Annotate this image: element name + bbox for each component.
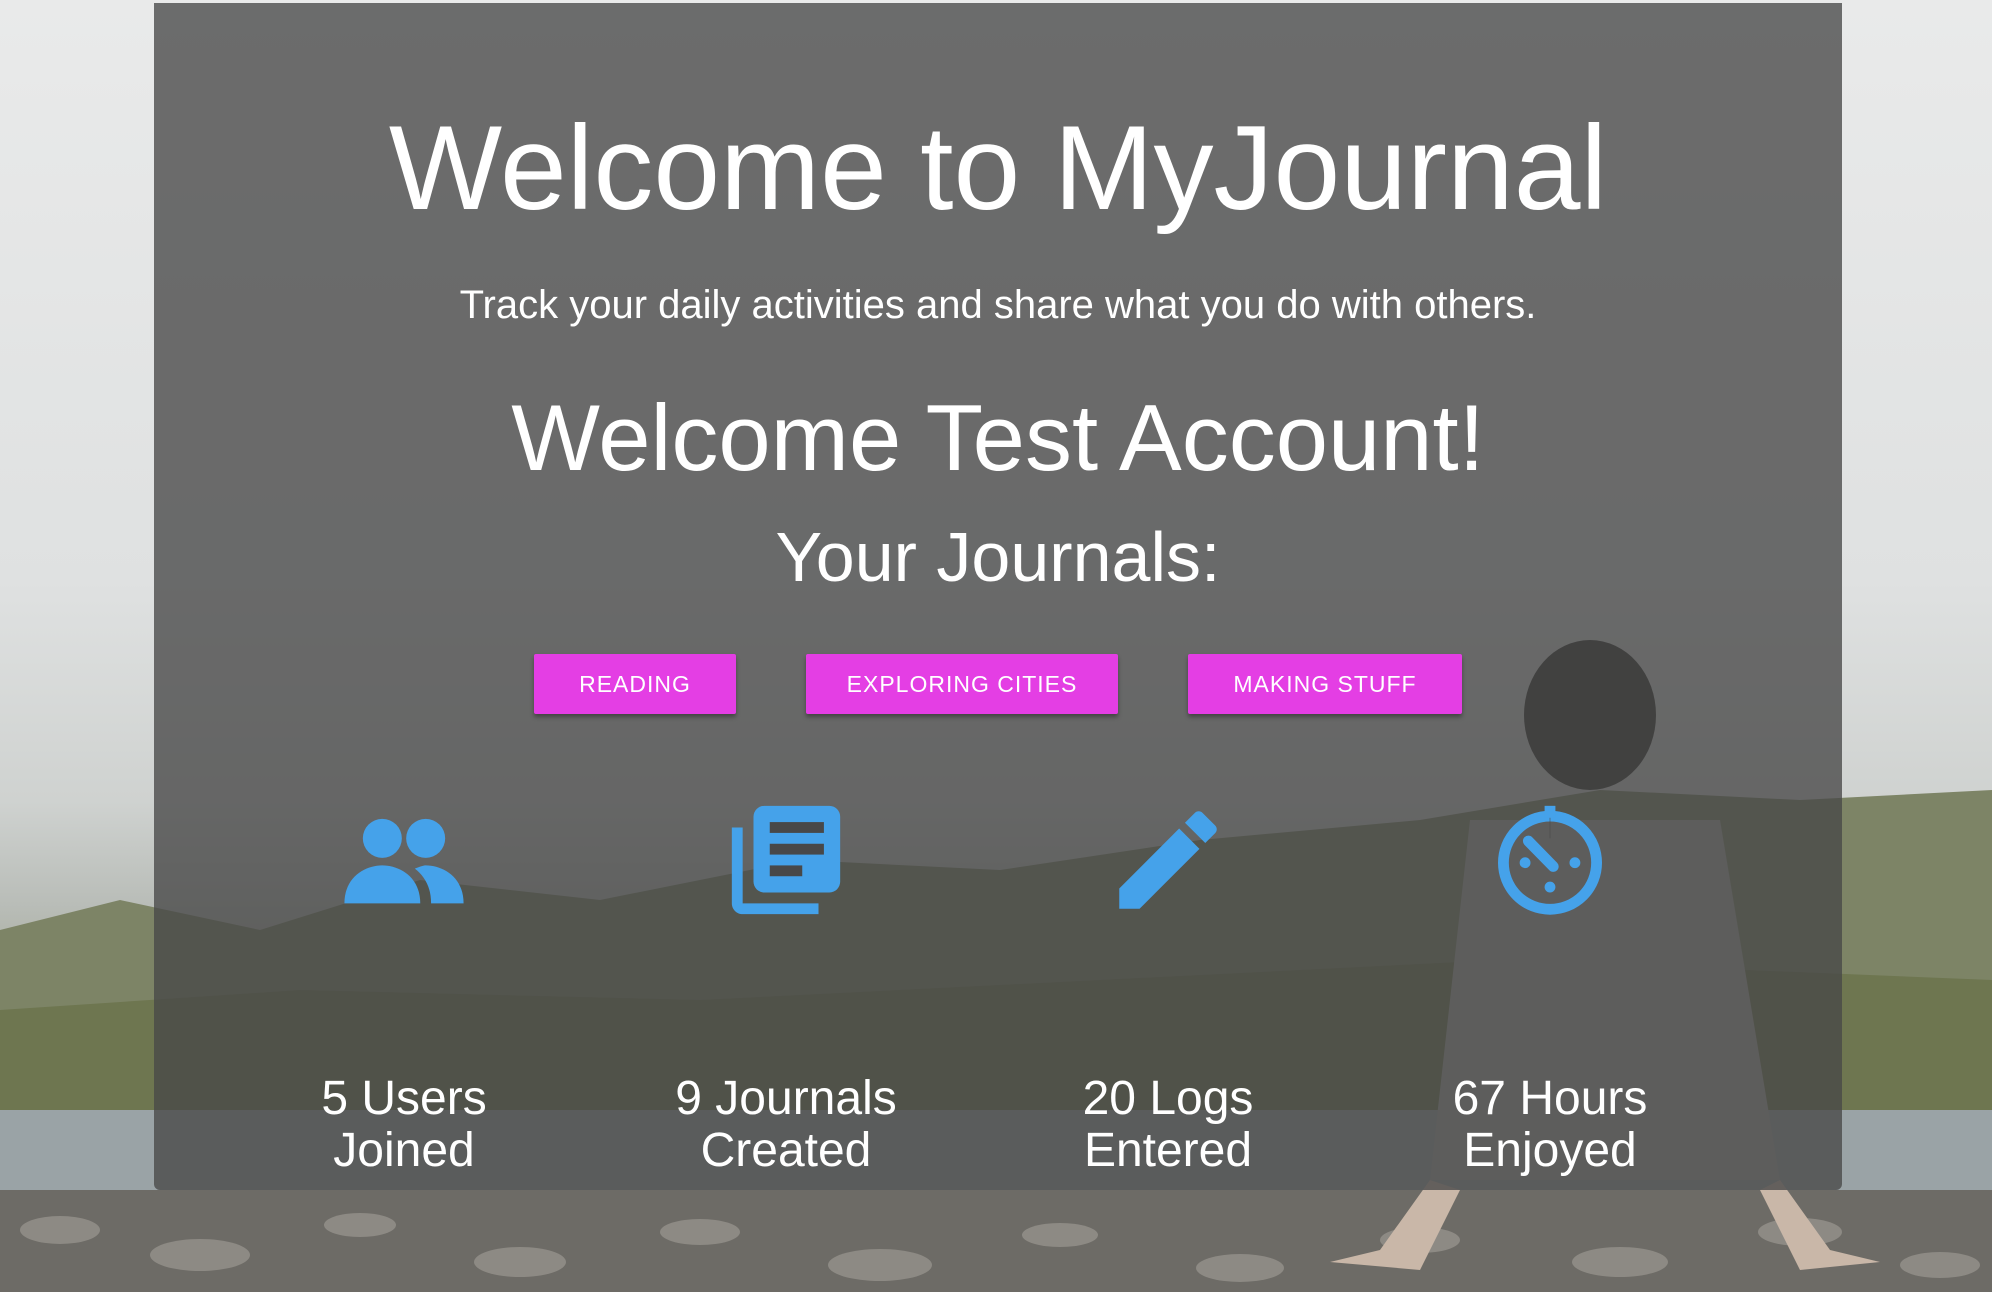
stat-users: 5 Users Joined (224, 795, 584, 1177)
pencil-icon (1119, 811, 1217, 909)
stat-hours-label: 67 Hours Enjoyed (1452, 1072, 1648, 1177)
journal-button-making-stuff[interactable]: MAKING STUFF (1188, 654, 1462, 714)
page-subtitle: Track your daily activities and share wh… (459, 283, 1537, 327)
people-icon (344, 818, 464, 904)
timer-icon (1497, 805, 1603, 915)
journal-button-exploring-cities[interactable]: EXPLORING CITIES (806, 654, 1118, 714)
journal-icon (731, 805, 841, 915)
journal-button-reading[interactable]: READING (534, 654, 736, 714)
page-title: Welcome to MyJournal (388, 101, 1608, 235)
journals-heading: Your Journals: (775, 518, 1221, 596)
stat-journals-label: 9 Journals Created (675, 1072, 897, 1177)
stat-hours: 67 Hours Enjoyed (1370, 795, 1730, 1177)
stat-logs: 20 Logs Entered (988, 795, 1348, 1177)
stat-users-label: 5 Users Joined (321, 1072, 487, 1177)
stat-journals: 9 Journals Created (606, 795, 966, 1177)
user-greeting: Welcome Test Account! (511, 385, 1485, 490)
hero-panel: Welcome to MyJournal Track your daily ac… (154, 3, 1842, 1190)
stat-logs-label: 20 Logs Entered (1082, 1072, 1254, 1177)
